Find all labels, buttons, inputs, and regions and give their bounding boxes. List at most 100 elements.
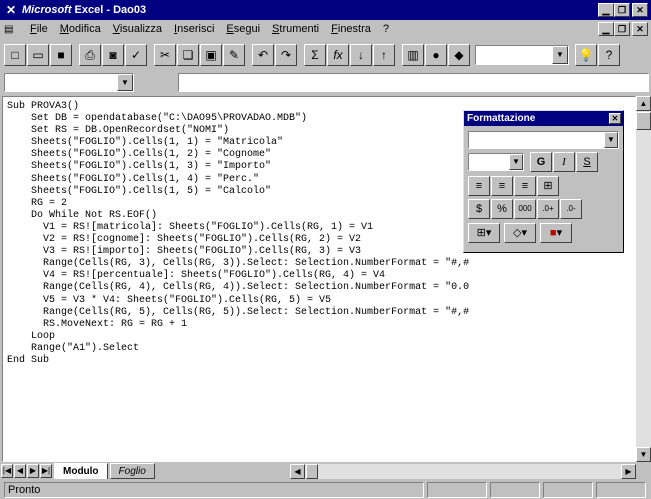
scroll-left-icon[interactable]: ◀ [290,464,305,479]
underline-button[interactable]: S [576,152,598,172]
scroll-right-icon[interactable]: ▶ [621,464,636,479]
excel-app-icon[interactable]: ✕ [4,3,18,17]
function-wizard-icon[interactable]: fx [327,44,349,66]
menu-inserisci[interactable]: Inserisci [168,21,220,38]
code-line[interactable]: Sub PROVA3() [7,101,469,113]
menu-esegui[interactable]: Esegui [220,21,266,38]
next-sheet-icon[interactable]: ▶ [27,464,39,478]
menu-visualizza[interactable]: Visualizza [107,21,168,38]
drawing-icon[interactable]: ◆ [448,44,470,66]
tipwizard-icon[interactable]: 💡 [575,44,597,66]
fill-color-icon[interactable]: ◇▾ [504,223,536,243]
hscroll-thumb[interactable] [306,464,318,479]
increase-decimal-icon[interactable]: .0+ [537,199,559,219]
new-icon[interactable]: □ [4,44,26,66]
decrease-decimal-icon[interactable]: .0- [560,199,582,219]
percent-icon[interactable]: % [491,199,513,219]
help-icon[interactable]: ? [598,44,620,66]
chevron-down-icon[interactable]: ▼ [552,46,568,64]
palette-close-button[interactable]: ✕ [609,113,621,124]
formula-input[interactable] [178,72,649,92]
last-sheet-icon[interactable]: ▶| [40,464,52,478]
code-line[interactable]: V1 = RS![matricola]: Sheets("FOGLIO").Ce… [7,222,469,234]
font-size-combo[interactable]: ▼ [468,153,524,171]
menu-strumenti[interactable]: Strumenti [266,21,325,38]
print-icon[interactable]: ⎙ [79,44,101,66]
horizontal-scrollbar[interactable]: ◀ ▶ [290,464,636,479]
code-line[interactable]: Set DB = opendatabase("C:\DAO95\PROVADAO… [7,113,469,125]
scroll-up-icon[interactable]: ▲ [636,96,651,111]
code-line[interactable]: Range("A1").Select [7,343,469,355]
align-center-icon[interactable]: ≡ [491,176,513,196]
doc-restore-button[interactable]: ❐ [614,22,630,36]
scroll-thumb[interactable] [636,112,651,130]
menu-help[interactable]: ? [377,21,395,38]
copy-icon[interactable]: ❏ [177,44,199,66]
code-line[interactable]: Sheets("FOGLIO").Cells(1, 3) = "Importo" [7,161,469,173]
bold-button[interactable]: G [530,152,552,172]
doc-minimize-button[interactable]: ▁ [598,22,614,36]
align-right-icon[interactable]: ≡ [514,176,536,196]
code-line[interactable]: Sheets("FOGLIO").Cells(1, 4) = "Perc." [7,174,469,186]
code-line[interactable]: V5 = V3 * V4: Sheets("FOGLIO").Cells(RG,… [7,295,469,307]
format-painter-icon[interactable]: ✎ [223,44,245,66]
borders-icon[interactable]: ⊞▾ [468,223,500,243]
font-name-combo[interactable]: ▼ [468,131,619,149]
code-line[interactable]: Do While Not RS.EOF() [7,210,469,222]
code-line[interactable]: V3 = RS![importo]: Sheets("FOGLIO").Cell… [7,246,469,258]
tab-modulo[interactable]: Modulo [54,463,108,479]
first-sheet-icon[interactable]: |◀ [1,464,13,478]
doc-close-button[interactable]: ✕ [632,22,648,36]
code-line[interactable]: End Sub [7,355,469,367]
chevron-down-icon[interactable]: ▼ [509,154,523,170]
code-line[interactable]: Loop [7,331,469,343]
thousands-icon[interactable]: 000 [514,199,536,219]
menu-modifica[interactable]: Modifica [54,21,107,38]
code-line[interactable]: Range(Cells(RG, 3), Cells(RG, 3)).Select… [7,258,469,270]
code-line[interactable]: RS.MoveNext: RG = RG + 1 [7,319,469,331]
document-control-icon[interactable]: ▤ [4,24,18,36]
currency-icon[interactable]: $ [468,199,490,219]
menu-file[interactable]: File [24,21,54,38]
sort-ascending-icon[interactable]: ↓ [350,44,372,66]
map-icon[interactable]: ● [425,44,447,66]
code-line[interactable]: Range(Cells(RG, 5), Cells(RG, 5)).Select… [7,307,469,319]
open-icon[interactable]: ▭ [27,44,49,66]
chevron-down-icon[interactable]: ▼ [117,73,133,91]
save-icon[interactable]: ■ [50,44,72,66]
chevron-down-icon[interactable]: ▼ [604,132,618,148]
prev-sheet-icon[interactable]: ◀ [14,464,26,478]
name-box[interactable]: ▼ [4,72,134,92]
code-line[interactable]: Set RS = DB.OpenRecordset("NOMI") [7,125,469,137]
autosum-icon[interactable]: Σ [304,44,326,66]
minimize-button[interactable]: ▁ [598,3,614,17]
tab-foglio[interactable]: Foglio [109,463,155,479]
cut-icon[interactable]: ✂ [154,44,176,66]
code-line[interactable]: Range(Cells(RG, 4), Cells(RG, 4)).Select… [7,282,469,294]
vertical-scrollbar[interactable]: ▲ ▼ [636,96,651,462]
chart-wizard-icon[interactable]: ▥ [402,44,424,66]
merge-center-icon[interactable]: ⊞ [537,176,559,196]
menu-finestra[interactable]: Finestra [325,21,377,38]
close-button[interactable]: ✕ [632,3,648,17]
align-left-icon[interactable]: ≡ [468,176,490,196]
print-preview-icon[interactable]: ◙ [102,44,124,66]
scroll-down-icon[interactable]: ▼ [636,447,651,462]
spelling-icon[interactable]: ✓ [125,44,147,66]
redo-icon[interactable]: ↷ [275,44,297,66]
code-line[interactable]: V2 = RS![cognome]: Sheets("FOGLIO").Cell… [7,234,469,246]
formatting-palette[interactable]: Formattazione ✕ ▼ ▼ G I S ≡ ≡ ≡ ⊞ $ % 00… [463,110,624,253]
italic-button[interactable]: I [553,152,575,172]
code-line[interactable]: Sheets("FOGLIO").Cells(1, 1) = "Matricol… [7,137,469,149]
palette-title-bar[interactable]: Formattazione ✕ [464,111,623,126]
zoom-combo[interactable]: ▼ [475,45,569,65]
paste-icon[interactable]: ▣ [200,44,222,66]
undo-icon[interactable]: ↶ [252,44,274,66]
code-text[interactable]: Sub PROVA3() Set DB = opendatabase("C:\D… [7,101,469,367]
sort-descending-icon[interactable]: ↑ [373,44,395,66]
code-line[interactable]: V4 = RS![percentuale]: Sheets("FOGLIO").… [7,270,469,282]
code-line[interactable]: Sheets("FOGLIO").Cells(1, 5) = "Calcolo" [7,186,469,198]
code-line[interactable]: RG = 2 [7,198,469,210]
code-line[interactable]: Sheets("FOGLIO").Cells(1, 2) = "Cognome" [7,149,469,161]
restore-button[interactable]: ❐ [614,3,630,17]
